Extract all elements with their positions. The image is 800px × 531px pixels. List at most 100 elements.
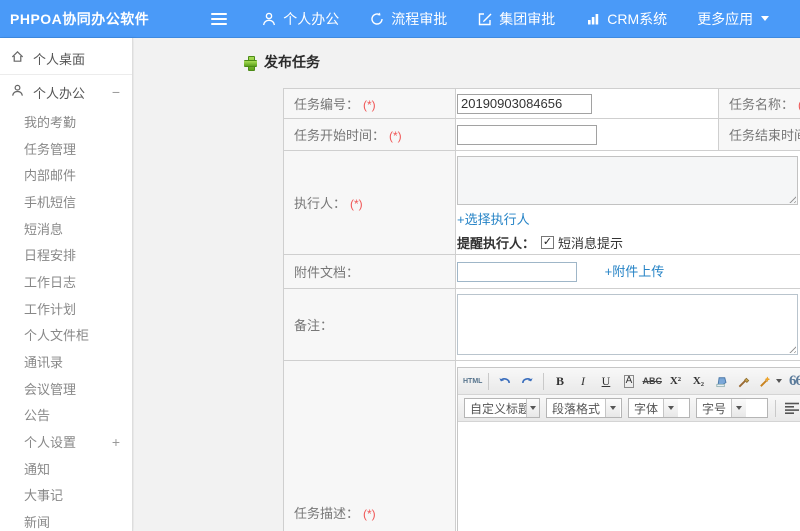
user-icon xyxy=(261,11,277,27)
sidebar-item-short-message[interactable]: 短消息 xyxy=(0,215,132,242)
html-source-button[interactable]: HTML xyxy=(462,371,483,392)
user-icon xyxy=(10,83,25,101)
description-label: 任务描述： xyxy=(294,505,360,521)
strikethrough-button[interactable]: ABC xyxy=(641,371,663,392)
sms-remind-option: 短消息提示 xyxy=(558,236,624,251)
editor-toolbar-row1: HTML B I U A ABC X² X₂ 66 xyxy=(458,368,800,395)
remark-label: 备注： xyxy=(294,318,334,333)
superscript-button[interactable]: X² xyxy=(665,371,686,392)
caret-down-icon xyxy=(663,399,679,417)
sidebar-item-contacts[interactable]: 通讯录 xyxy=(0,348,132,375)
sidebar-item-work-plan[interactable]: 工作计划 xyxy=(0,295,132,322)
attachment-input[interactable] xyxy=(457,261,577,282)
edit-icon xyxy=(477,11,493,27)
sidebar-item-work-log[interactable]: 工作日志 xyxy=(0,268,132,295)
sidebar-item-attendance[interactable]: 我的考勤 xyxy=(0,108,132,135)
end-time-label: 任务结束时间： xyxy=(729,128,800,143)
executor-textarea[interactable] xyxy=(457,156,798,205)
executor-label: 执行人： xyxy=(294,196,347,211)
remark-textarea[interactable] xyxy=(457,294,798,355)
sidebar-item-sms[interactable]: 手机短信 xyxy=(0,188,132,215)
process-icon xyxy=(369,11,385,27)
page-title: 发布任务 xyxy=(264,54,320,70)
sidebar-item-desktop[interactable]: 个人桌面 xyxy=(0,42,132,74)
home-icon xyxy=(10,49,25,67)
paragraph-format-select[interactable]: 段落格式 xyxy=(546,398,622,418)
attachment-label: 附件文档： xyxy=(294,265,360,280)
nav-label: 集团审批 xyxy=(499,10,556,27)
table-row: 任务开始时间：(*) 任务结束时间：(*) xyxy=(283,118,800,151)
sidebar-item-events[interactable]: 大事记 xyxy=(0,482,132,509)
choose-executor-link[interactable]: +选择执行人 xyxy=(457,212,530,227)
task-name-label: 任务名称： xyxy=(729,97,795,112)
nav-label: 更多应用 xyxy=(697,10,754,27)
table-row: 执行人： (*) +选择执行人 提醒执行人： ✓ 短消息提示 xyxy=(283,150,800,255)
publish-task-form: 任务编号：(*) 任务名称：(*) 任务开始时间：(*) 任务结束时间：(*) … xyxy=(283,88,800,531)
sidebar-item-label: 个人办公 xyxy=(33,85,86,101)
table-row: 任务描述： (*) HTML B I U A ABC X² X₂ 66 自定义标… xyxy=(283,360,800,531)
nav-label: 流程审批 xyxy=(391,10,448,27)
nav-workflow-approval[interactable]: 流程审批 xyxy=(369,9,447,29)
sidebar-item-notice[interactable]: 通知 xyxy=(0,455,132,482)
editor-content-area[interactable] xyxy=(458,422,800,531)
table-row: 任务编号：(*) 任务名称：(*) xyxy=(283,88,800,119)
table-row: 附件文档： +附件上传 xyxy=(283,254,800,289)
subscript-button[interactable]: X₂ xyxy=(688,371,709,392)
align-left-button[interactable] xyxy=(781,398,800,419)
table-row: 备注： xyxy=(283,288,800,361)
italic-button[interactable]: I xyxy=(572,371,593,392)
caret-down-icon xyxy=(731,399,747,417)
caret-down-icon xyxy=(526,399,539,417)
divider xyxy=(0,74,132,75)
remind-label: 提醒执行人： xyxy=(457,236,536,251)
collapse-icon[interactable]: − xyxy=(112,84,120,100)
sidebar-item-personal-settings[interactable]: 个人设置 + xyxy=(0,428,132,455)
eraser-button[interactable] xyxy=(711,371,732,392)
sidebar-item-internal-mail[interactable]: 内部邮件 xyxy=(0,161,132,188)
start-time-input[interactable] xyxy=(457,124,597,145)
caret-down-icon xyxy=(605,399,621,417)
sidebar: 个人桌面 个人办公 − 我的考勤 任务管理 内部邮件 手机短信 短消息 日程安排… xyxy=(0,38,133,531)
sidebar-item-label: 个人桌面 xyxy=(33,51,86,67)
rich-text-editor: HTML B I U A ABC X² X₂ 66 自定义标题 段落格式 字体 … xyxy=(457,367,800,531)
format-brush-button[interactable] xyxy=(734,371,755,392)
nav-label: CRM系统 xyxy=(607,10,668,27)
caret-down-icon xyxy=(775,379,782,383)
redo-button[interactable] xyxy=(517,371,538,392)
main-content: 发布任务 任务编号：(*) 任务名称：(*) 任务开始时间：(*) 任务结束时间… xyxy=(134,38,800,531)
nav-label: 个人办公 xyxy=(283,10,340,27)
nav-more-apps[interactable]: 更多应用 xyxy=(697,9,770,29)
nav-personal-office[interactable]: 个人办公 xyxy=(261,9,339,29)
nav-group-approval[interactable]: 集团审批 xyxy=(477,9,555,29)
chart-icon xyxy=(585,11,601,27)
top-navigation: 个人办公 流程审批 集团审批 CRM系统 更多应用 xyxy=(261,9,799,29)
highlight-wand-button[interactable] xyxy=(757,371,783,392)
custom-heading-select[interactable]: 自定义标题 xyxy=(464,398,540,418)
sidebar-item-meeting[interactable]: 会议管理 xyxy=(0,375,132,402)
nav-crm[interactable]: CRM系统 xyxy=(585,9,667,29)
task-no-input[interactable] xyxy=(457,93,592,114)
sidebar-item-news[interactable]: 新闻 xyxy=(0,508,132,531)
bold-button[interactable]: B xyxy=(549,371,570,392)
attachment-upload-link[interactable]: +附件上传 xyxy=(605,264,665,279)
sidebar-item-file-cabinet[interactable]: 个人文件柜 xyxy=(0,322,132,349)
font-size-select[interactable]: 字号 xyxy=(696,398,768,418)
app-logo: PHPOA协同办公软件 xyxy=(10,10,150,27)
sidebar-item-task-management[interactable]: 任务管理 xyxy=(0,135,132,162)
topbar: PHPOA协同办公软件 个人办公 流程审批 集团审批 CRM系统 更多应用 xyxy=(0,0,800,38)
undo-button[interactable] xyxy=(494,371,515,392)
font-style-button[interactable]: A xyxy=(618,371,639,392)
blockquote-button[interactable]: 66 xyxy=(785,371,800,392)
sms-remind-checkbox[interactable]: ✓ xyxy=(541,236,555,249)
caret-down-icon xyxy=(761,16,770,21)
sidebar-item-personal-office[interactable]: 个人办公 − xyxy=(0,76,132,108)
underline-button[interactable]: U xyxy=(595,371,616,392)
menu-toggle-icon[interactable] xyxy=(211,12,231,25)
add-icon xyxy=(244,55,257,71)
expand-icon[interactable]: + xyxy=(112,434,120,450)
font-family-select[interactable]: 字体 xyxy=(628,398,690,418)
sidebar-item-schedule[interactable]: 日程安排 xyxy=(0,241,132,268)
sidebar-item-announcement[interactable]: 公告 xyxy=(0,402,132,429)
page-header: 发布任务 xyxy=(244,52,320,72)
editor-toolbar-row2: 自定义标题 段落格式 字体 字号 xyxy=(458,395,800,422)
